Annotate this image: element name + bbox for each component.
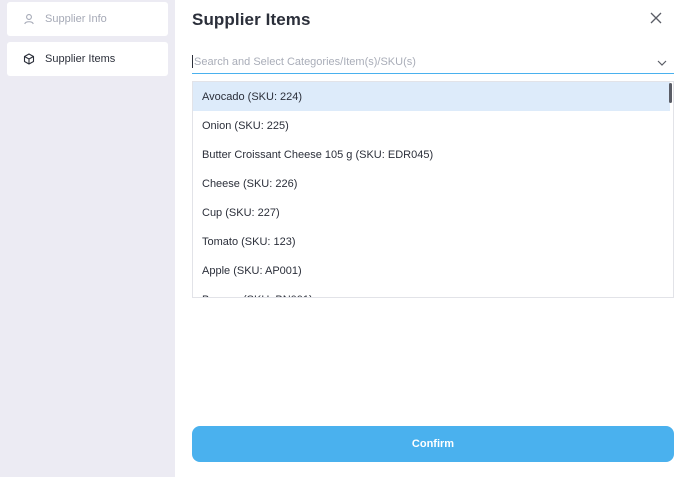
confirm-button[interactable]: Confirm <box>192 426 674 462</box>
modal-title: Supplier Items <box>192 10 311 29</box>
scrollbar-thumb[interactable] <box>669 83 672 103</box>
sidebar-item-label: Supplier Info <box>45 13 107 25</box>
options-dropdown[interactable]: Avocado (SKU: 224) Onion (SKU: 225) Butt… <box>192 81 674 298</box>
dropdown-option[interactable]: Banana (SKU: BN001) <box>193 285 670 298</box>
dropdown-option[interactable]: Apple (SKU: AP001) <box>193 256 670 285</box>
sidebar-item-supplier-items[interactable]: Supplier Items <box>7 42 168 76</box>
close-icon[interactable] <box>648 10 664 26</box>
chevron-down-icon[interactable] <box>656 56 668 68</box>
dropdown-option[interactable]: Onion (SKU: 225) <box>193 111 670 140</box>
sidebar-item-supplier-info[interactable]: Supplier Info <box>7 2 168 36</box>
dropdown-option[interactable]: Cup (SKU: 227) <box>193 198 670 227</box>
sidebar-item-label: Supplier Items <box>45 53 116 65</box>
search-select-field[interactable] <box>192 50 674 74</box>
dropdown-option[interactable]: Avocado (SKU: 224) <box>193 82 670 111</box>
user-icon <box>23 13 35 25</box>
search-input[interactable] <box>193 51 643 72</box>
dropdown-scrollbar[interactable] <box>668 82 673 297</box>
dropdown-option[interactable]: Tomato (SKU: 123) <box>193 227 670 256</box>
cube-icon <box>23 53 35 65</box>
dropdown-option[interactable]: Butter Croissant Cheese 105 g (SKU: EDR0… <box>193 140 670 169</box>
sidebar: Supplier Info Supplier Items <box>0 0 175 477</box>
dropdown-option[interactable]: Cheese (SKU: 226) <box>193 169 670 198</box>
